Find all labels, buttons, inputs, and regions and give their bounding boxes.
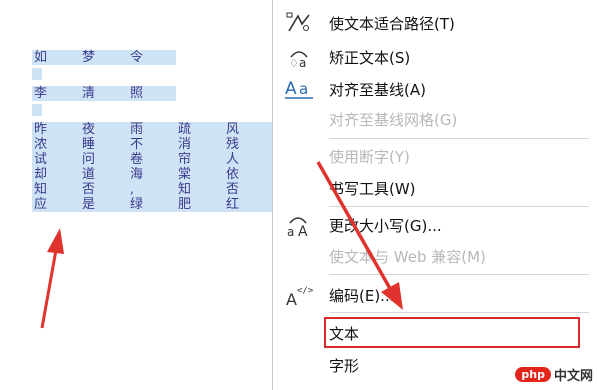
text-char: 人: [224, 152, 272, 167]
text-row: 应 是 绿 肥 红: [32, 197, 272, 212]
text-char: 是: [80, 197, 128, 212]
svg-text:A: A: [286, 290, 297, 308]
text-char: 却: [32, 167, 80, 182]
svg-text:</>: </>: [297, 286, 313, 296]
watermark: php 中文网: [515, 365, 593, 384]
svg-text:a: a: [287, 225, 294, 238]
text-char: 消: [176, 137, 224, 152]
text-char: 问: [80, 152, 128, 167]
svg-text:A: A: [285, 79, 297, 99]
php-logo: php: [515, 367, 551, 382]
text-char: 残: [224, 137, 272, 152]
menu-item-hyphenation: 使用断字(Y): [273, 141, 583, 171]
menu-item-web-compatible: 使文本与 Web 兼容(M): [273, 241, 583, 271]
menu-separator: [329, 138, 589, 139]
menu-separator: [329, 274, 589, 275]
text-char: 卷: [128, 152, 176, 167]
text-on-path-icon: [279, 8, 319, 38]
straighten-text-icon: ♢ a: [279, 42, 319, 72]
text-row-author: 李 清 照: [32, 86, 176, 101]
text-row: 昨 夜 雨 疏 风: [32, 122, 272, 137]
text-char: 肥: [176, 197, 224, 212]
menu-item-label: 矫正文本(S): [329, 48, 411, 67]
text-char: 风: [224, 122, 272, 137]
context-menu: 使文本适合路径(T) ♢ a 矫正文本(S) Aa 对齐至基线(A) 对齐至基线网…: [272, 0, 597, 390]
watermark-site: 中文网: [553, 369, 593, 384]
text-char: 道: [80, 167, 128, 182]
svg-text:♢: ♢: [289, 57, 299, 68]
text-char: 应: [32, 197, 80, 212]
text-char: 令: [128, 50, 176, 65]
text-char: 睡: [80, 137, 128, 152]
text-char: 浓: [32, 137, 80, 152]
text-char: 否: [80, 182, 128, 197]
align-baseline-icon: Aa: [279, 74, 319, 104]
menu-item-label: 使文本与 Web 兼容(M): [329, 247, 486, 266]
menu-item-encoding[interactable]: A </> 编码(E)...: [273, 280, 583, 310]
text-char: 清: [80, 86, 128, 101]
text-char: 依: [224, 167, 272, 182]
text-char: 棠: [176, 167, 224, 182]
menu-item-label: 编码(E)...: [329, 286, 395, 305]
text-char: 绿: [128, 197, 176, 212]
svg-text:A: A: [298, 224, 308, 238]
menu-item-label: 使文本适合路径(T): [329, 14, 455, 33]
text-char: 雨: [128, 122, 176, 137]
text-char: 照: [128, 86, 176, 101]
menu-item-align-baseline[interactable]: Aa 对齐至基线(A): [273, 74, 583, 104]
text-row: 试 问 卷 帘 人: [32, 152, 272, 167]
text-char: 夜: [80, 122, 128, 137]
menu-separator: [329, 206, 589, 207]
menu-item-change-case[interactable]: aA 更改大小写(G)...: [273, 210, 583, 240]
menu-item-label: 对齐至基线(A): [329, 80, 426, 99]
text-row: 却 道 海 棠 依: [32, 167, 272, 182]
change-case-icon: aA: [279, 210, 319, 240]
text-char: 昨: [32, 122, 80, 137]
text-char: 知: [176, 182, 224, 197]
menu-separator: [329, 312, 589, 313]
text-row-title: 如 梦 令: [32, 50, 176, 65]
document-canvas[interactable]: 如 梦 令 李 清 照 昨 夜 雨 疏 风 浓 睡 不 消 残 试 问 卷 帘 …: [0, 0, 272, 386]
text-char: 海: [128, 167, 176, 182]
text-char: 不: [128, 137, 176, 152]
menu-item-fit-text-to-path[interactable]: 使文本适合路径(T): [273, 8, 583, 38]
menu-item-align-baseline-grid: 对齐至基线网格(G): [273, 104, 583, 134]
selection-fragment: [32, 68, 42, 80]
highlight-box: [324, 317, 580, 348]
menu-item-straighten-text[interactable]: ♢ a 矫正文本(S): [273, 42, 583, 72]
text-row: 知 否 , 知 否: [32, 182, 272, 197]
text-char: 如: [32, 50, 80, 65]
text-char: 梦: [80, 50, 128, 65]
menu-item-label: 书写工具(W): [329, 179, 416, 198]
text-char: 李: [32, 86, 80, 101]
svg-text:a: a: [299, 80, 308, 98]
menu-item-label: 使用断字(Y): [329, 147, 410, 166]
text-char: 试: [32, 152, 80, 167]
text-char: 疏: [176, 122, 224, 137]
encoding-icon: A </>: [279, 280, 319, 310]
text-row: 浓 睡 不 消 残: [32, 137, 272, 152]
text-char: ,: [128, 182, 176, 197]
menu-item-label: 更改大小写(G)...: [329, 216, 442, 235]
text-char: 帘: [176, 152, 224, 167]
svg-text:a: a: [299, 56, 306, 68]
menu-item-writing-tools[interactable]: 书写工具(W): [273, 173, 583, 203]
text-char: 否: [224, 182, 272, 197]
text-char: 知: [32, 182, 80, 197]
menu-item-label: 字形: [329, 356, 360, 375]
selection-fragment: [32, 104, 42, 116]
menu-item-label: 对齐至基线网格(G): [329, 110, 458, 129]
text-char: 红: [224, 197, 272, 212]
